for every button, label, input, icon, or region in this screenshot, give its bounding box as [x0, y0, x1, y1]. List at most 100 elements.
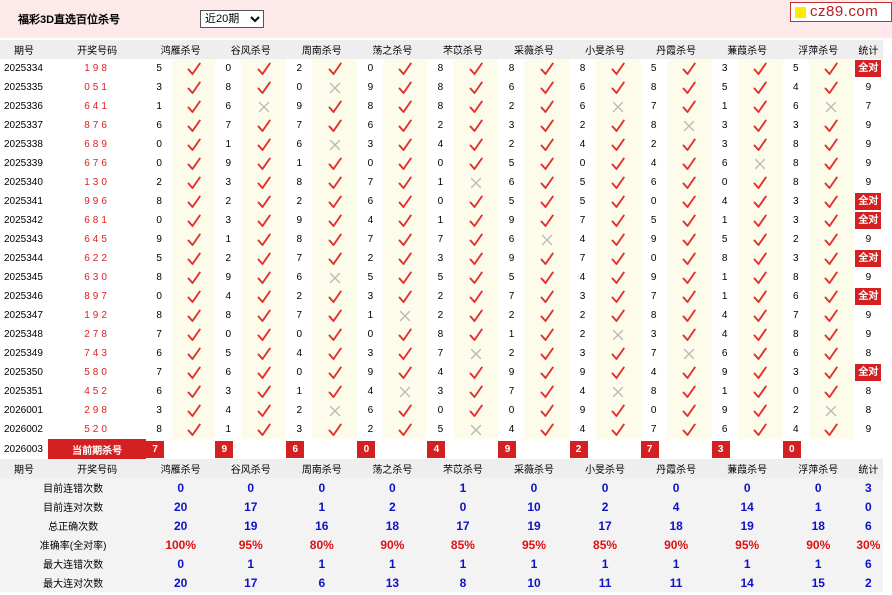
- current-kill-number: 0: [782, 440, 801, 458]
- check-icon: [808, 306, 854, 325]
- stats-value: 18: [357, 516, 428, 535]
- col-header-method: 小旻杀号: [569, 40, 641, 59]
- all-correct-badge: 全对: [855, 212, 882, 229]
- table-row: 2025342 681 0 3 9 4 1 9 7 5 1 3 全对: [0, 211, 883, 230]
- kill-number-cell: 8: [146, 306, 173, 325]
- period-cell: 2025346: [0, 287, 49, 306]
- stats-label: 准确率(全对率): [0, 535, 147, 554]
- stats-value: 0: [146, 554, 216, 573]
- kill-number-cell: 4: [427, 363, 454, 382]
- check-icon: [524, 78, 570, 97]
- period-range-select[interactable]: 近20期: [200, 10, 264, 28]
- kill-number-cell: 7: [782, 306, 809, 325]
- col-header-method: 谷风杀号: [215, 40, 287, 59]
- kill-number-cell: 7: [286, 249, 313, 268]
- check-icon: [524, 249, 570, 268]
- table-row: 2026001 298 3 4 2 6 0 0 9 0 9 2 8: [0, 401, 883, 420]
- check-icon: [524, 401, 570, 420]
- stats-value: 95%: [215, 535, 287, 554]
- check-icon: [737, 420, 783, 439]
- stats-value: 1: [286, 554, 358, 573]
- stat-cell: 全对: [853, 287, 883, 306]
- check-icon: [808, 154, 854, 173]
- kill-number-cell: 1: [286, 154, 313, 173]
- stats-value: 80%: [286, 535, 358, 554]
- stat-cell: 9: [853, 173, 883, 192]
- kill-number-cell: 2: [640, 135, 667, 154]
- check-icon: [172, 401, 216, 420]
- check-icon: [666, 173, 712, 192]
- check-icon: [737, 173, 783, 192]
- check-icon: [595, 306, 641, 325]
- check-icon: [524, 211, 570, 230]
- draw-code-cell: 897: [48, 287, 147, 306]
- kill-number-cell: 0: [427, 192, 454, 211]
- stat-cell: 9: [853, 306, 883, 325]
- table-row: 2025334 198 5 0 2 0 8 8 8 5 3 5 全对: [0, 59, 883, 78]
- check-icon: [241, 173, 287, 192]
- kill-number-cell: 8: [782, 154, 809, 173]
- stats-value: 1: [427, 478, 499, 497]
- col-header-method: 浮萍杀号: [782, 40, 854, 59]
- stats-value: 20: [146, 516, 216, 535]
- check-icon: [808, 344, 854, 363]
- stat-cell: 全对: [853, 363, 883, 382]
- draw-code-cell: 278: [48, 325, 147, 344]
- kill-number-cell: 6: [569, 78, 596, 97]
- kill-number-cell: 0: [146, 211, 173, 230]
- check-icon: [595, 59, 641, 78]
- kill-number-cell: 8: [146, 192, 173, 211]
- period-cell: 2025334: [0, 59, 49, 78]
- check-icon: [453, 59, 499, 78]
- stats-value: 30%: [853, 535, 883, 554]
- cross-icon: [666, 116, 712, 135]
- current-kill-number: 4: [427, 440, 446, 458]
- draw-code-cell: 192: [48, 306, 147, 325]
- current-kill-cell: 2: [569, 439, 641, 459]
- kill-number-cell: 3: [498, 116, 525, 135]
- table-row: 2025349 743 6 5 4 3 7 2 3 7 6 6 8: [0, 344, 883, 363]
- kill-number-cell: 5: [427, 268, 454, 287]
- check-icon: [524, 268, 570, 287]
- kill-number-cell: 5: [427, 420, 454, 439]
- col-header-method: 周南杀号: [286, 40, 358, 59]
- check-icon: [241, 192, 287, 211]
- kill-number-cell: 0: [782, 382, 809, 401]
- kill-number-cell: 4: [711, 192, 738, 211]
- stats-label: 总正确次数: [0, 516, 147, 535]
- check-icon: [241, 211, 287, 230]
- kill-number-cell: 4: [640, 363, 667, 382]
- kill-number-cell: 8: [782, 268, 809, 287]
- cross-icon: [453, 173, 499, 192]
- check-icon: [808, 59, 854, 78]
- check-icon: [737, 344, 783, 363]
- table-row: 2025340 130 2 3 8 7 1 6 5 6 0 8 9: [0, 173, 883, 192]
- site-logo[interactable]: cz89.com: [790, 2, 892, 22]
- kill-number-cell: 9: [498, 211, 525, 230]
- stats-value: 1: [286, 497, 358, 516]
- kill-number-cell: 0: [357, 325, 384, 344]
- check-icon: [524, 344, 570, 363]
- check-icon: [737, 287, 783, 306]
- table-row: 2025335 051 3 8 0 9 8 6 6 8 5 4 9: [0, 78, 883, 97]
- kill-number-cell: 7: [640, 97, 667, 116]
- check-icon: [453, 306, 499, 325]
- check-icon: [241, 59, 287, 78]
- check-icon: [524, 154, 570, 173]
- kill-number-cell: 4: [215, 401, 242, 420]
- kill-number-cell: 0: [357, 154, 384, 173]
- kill-number-cell: 3: [782, 363, 809, 382]
- kill-number-cell: 2: [427, 306, 454, 325]
- stats-value: 17: [215, 573, 287, 592]
- kill-number-cell: 2: [286, 287, 313, 306]
- check-icon: [808, 382, 854, 401]
- kill-number-cell: 7: [569, 249, 596, 268]
- stats-value: 1: [427, 554, 499, 573]
- kill-number-cell: 7: [427, 230, 454, 249]
- check-icon: [524, 173, 570, 192]
- footer-header-row: 期号 开奖号码 鸿雁杀号 谷风杀号 周南杀号 荡之杀号 芣苡杀号 采薇杀号 小旻杀号 丹霞杀号 蒹葭…: [0, 459, 883, 478]
- site-name: cz89.com: [810, 3, 879, 20]
- kill-number-cell: 5: [640, 59, 667, 78]
- stats-value: 2: [853, 573, 883, 592]
- kill-number-cell: 7: [640, 287, 667, 306]
